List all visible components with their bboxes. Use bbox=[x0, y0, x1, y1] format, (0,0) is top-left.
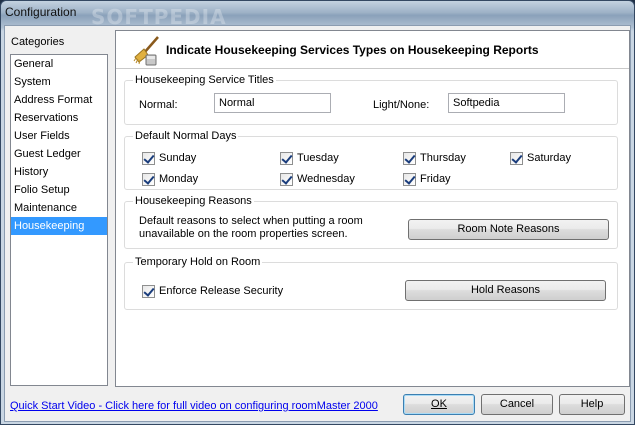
saturday-checkbox[interactable]: Saturday bbox=[510, 152, 571, 166]
category-item-system[interactable]: System bbox=[11, 73, 107, 91]
ok-button[interactable]: OK bbox=[403, 394, 475, 415]
thursday-label: Thursday bbox=[420, 152, 466, 164]
room-note-reasons-button[interactable]: Room Note Reasons bbox=[408, 219, 609, 240]
thursday-check-box[interactable] bbox=[403, 152, 416, 165]
settings-panel: Indicate Housekeeping Services Types on … bbox=[115, 30, 630, 387]
configuration-window: Configuration SOFTPEDIA Categories Gener… bbox=[0, 0, 635, 425]
friday-check-box[interactable] bbox=[403, 173, 416, 186]
ok-button-label: OK bbox=[431, 398, 447, 410]
monday-label: Monday bbox=[159, 173, 199, 185]
category-item-maintenance[interactable]: Maintenance bbox=[11, 199, 107, 217]
sunday-label: Sunday bbox=[159, 152, 197, 164]
category-item-guest-ledger[interactable]: Guest Ledger bbox=[11, 145, 107, 163]
dialog-body: Categories General System Address Format… bbox=[4, 25, 631, 422]
enforce-release-security-label: Enforce Release Security bbox=[159, 285, 284, 297]
hold-reasons-button[interactable]: Hold Reasons bbox=[405, 280, 606, 301]
category-item-housekeeping[interactable]: Housekeeping bbox=[11, 217, 107, 235]
tuesday-label: Tuesday bbox=[297, 152, 339, 164]
enforce-release-security-checkbox[interactable]: Enforce Release Security bbox=[142, 285, 283, 299]
normal-label: Normal: bbox=[139, 99, 178, 111]
tuesday-check-box[interactable] bbox=[280, 152, 293, 165]
categories-label: Categories bbox=[11, 36, 65, 48]
enforce-release-security-check-box[interactable] bbox=[142, 285, 155, 298]
default-normal-days-group: Default Normal Days Sunday Tuesday Thurs… bbox=[124, 130, 618, 190]
reasons-group-label: Housekeeping Reasons bbox=[133, 195, 254, 207]
temporary-hold-group: Temporary Hold on Room Enforce Release S… bbox=[124, 256, 618, 310]
wednesday-checkbox[interactable]: Wednesday bbox=[280, 173, 355, 187]
cancel-button[interactable]: Cancel bbox=[481, 394, 553, 415]
monday-check-box[interactable] bbox=[142, 173, 155, 186]
category-item-address-format[interactable]: Address Format bbox=[11, 91, 107, 109]
thursday-checkbox[interactable]: Thursday bbox=[403, 152, 466, 166]
normal-title-input[interactable]: Normal bbox=[214, 93, 331, 113]
friday-checkbox[interactable]: Friday bbox=[403, 173, 451, 187]
wednesday-label: Wednesday bbox=[297, 173, 355, 185]
monday-checkbox[interactable]: Monday bbox=[142, 173, 198, 187]
sunday-checkbox[interactable]: Sunday bbox=[142, 152, 196, 166]
broom-icon bbox=[132, 35, 162, 70]
category-item-user-fields[interactable]: User Fields bbox=[11, 127, 107, 145]
category-item-history[interactable]: History bbox=[11, 163, 107, 181]
title-bar[interactable]: Configuration SOFTPEDIA bbox=[1, 1, 634, 29]
panel-header: Indicate Housekeeping Services Types on … bbox=[116, 31, 629, 69]
category-item-folio-setup[interactable]: Folio Setup bbox=[11, 181, 107, 199]
category-item-reservations[interactable]: Reservations bbox=[11, 109, 107, 127]
panel-title: Indicate Housekeeping Services Types on … bbox=[166, 43, 539, 57]
quick-start-video-link[interactable]: Quick Start Video - Click here for full … bbox=[10, 400, 378, 412]
help-button[interactable]: Help bbox=[559, 394, 625, 415]
friday-label: Friday bbox=[420, 173, 451, 185]
sunday-check-box[interactable] bbox=[142, 152, 155, 165]
category-item-general[interactable]: General bbox=[11, 55, 107, 73]
service-titles-group-label: Housekeeping Service Titles bbox=[133, 74, 276, 86]
temporary-hold-group-label: Temporary Hold on Room bbox=[133, 256, 263, 268]
tuesday-checkbox[interactable]: Tuesday bbox=[280, 152, 339, 166]
window-title: Configuration bbox=[5, 5, 77, 19]
housekeeping-reasons-group: Housekeeping Reasons Default reasons to … bbox=[124, 195, 618, 249]
light-none-title-input[interactable]: Softpedia bbox=[448, 93, 565, 113]
saturday-check-box[interactable] bbox=[510, 152, 523, 165]
reasons-description: Default reasons to select when putting a… bbox=[139, 215, 363, 240]
normal-days-group-label: Default Normal Days bbox=[133, 130, 239, 142]
wednesday-check-box[interactable] bbox=[280, 173, 293, 186]
service-titles-group: Housekeeping Service Titles Normal: Norm… bbox=[124, 74, 618, 125]
categories-list[interactable]: General System Address Format Reservatio… bbox=[10, 54, 108, 386]
saturday-label: Saturday bbox=[527, 152, 572, 164]
light-none-label: Light/None: bbox=[373, 99, 430, 111]
